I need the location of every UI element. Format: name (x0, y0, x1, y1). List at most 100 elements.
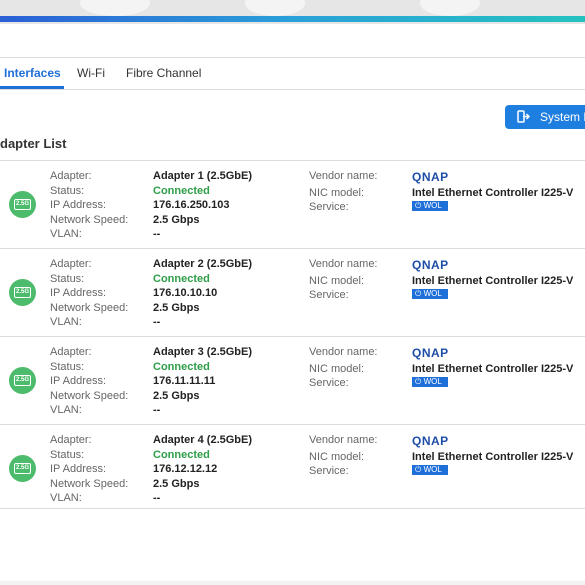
vendor-name: QNAP (412, 170, 449, 184)
adapter-speed: 2.5 Gbps (153, 213, 200, 226)
field-label-nic: NIC model: (309, 187, 365, 199)
footer-strip (0, 581, 585, 585)
wol-label: WOL (423, 201, 442, 210)
field-label-adapter: Adapter: (50, 346, 92, 358)
adapter-ip: 176.11.11.11 (153, 375, 216, 387)
tab-fibre-channel[interactable]: Fibre Channel (126, 66, 201, 80)
adapter-icon-label: 2.5G (14, 287, 31, 298)
vendor-logo: QNAP (412, 258, 449, 272)
field-label-speed: Network Speed: (50, 301, 129, 314)
field-label-service: Service: (309, 377, 349, 389)
field-label-adapter: Adapter: (50, 170, 92, 182)
field-label-vendor: Vendor name: (309, 346, 378, 358)
field-label-ip: IP Address: (50, 199, 107, 211)
adapter-vlan: -- (153, 228, 161, 240)
system-button[interactable]: System D (505, 105, 585, 129)
field-label-ip: IP Address: (50, 463, 107, 475)
accent-gradient-bar (0, 16, 585, 22)
divider (0, 57, 585, 58)
adapter-ip: 176.12.12.12 (153, 463, 218, 475)
adapter-card[interactable]: 2.5G Adapter: Adapter 1 (2.5GbE) Status: Con… (0, 163, 585, 247)
adapter-speed: 2.5 Gbps (153, 301, 200, 314)
power-icon: ⏻ (415, 289, 422, 298)
wol-badge[interactable]: ⏻ WOL (412, 465, 448, 475)
field-label-nic: NIC model: (309, 275, 365, 287)
field-label-adapter: Adapter: (50, 434, 92, 446)
tab-bar: Interfaces Wi-Fi Fibre Channel (0, 66, 585, 90)
field-label-adapter: Adapter: (50, 258, 92, 270)
field-label-speed: Network Speed: (50, 477, 129, 490)
adapter-vlan: -- (153, 316, 161, 328)
power-icon: ⏻ (415, 465, 422, 474)
adapter-name: Adapter 4 (2.5GbE) (153, 434, 253, 446)
field-label-service: Service: (309, 201, 349, 213)
system-button-label: System D (540, 110, 585, 124)
adapter-name: Adapter 1 (2.5GbE) (153, 170, 253, 182)
card-divider (0, 336, 585, 337)
field-label-vendor: Vendor name: (309, 258, 378, 270)
exit-icon (517, 110, 530, 123)
ethernet-port-icon: 2.5G (9, 367, 36, 394)
adapter-vlan: -- (153, 492, 161, 504)
adapter-icon-label: 2.5G (14, 199, 31, 210)
adapter-card[interactable]: 2.5G Adapter: Adapter 2 (2.5GbE) Status: Con… (0, 251, 585, 335)
vendor-logo: QNAP (412, 170, 449, 184)
adapter-name: Adapter 2 (2.5GbE) (153, 258, 253, 270)
power-icon: ⏻ (415, 377, 422, 386)
ethernet-port-icon: 2.5G (9, 455, 36, 482)
adapter-ip: 176.10.10.10 (153, 287, 218, 299)
adapter-icon-label: 2.5G (14, 375, 31, 386)
field-label-speed: Network Speed: (50, 389, 129, 402)
header-shape (245, 0, 305, 16)
field-label-speed: Network Speed: (50, 213, 129, 226)
adapter-vlan: -- (153, 404, 161, 416)
nic-model: Intel Ethernet Controller I225-V (412, 187, 574, 199)
adapter-name: Adapter 3 (2.5GbE) (153, 346, 253, 358)
field-label-vlan: VLAN: (50, 316, 82, 328)
header-shape (80, 0, 150, 16)
header-shape (420, 0, 480, 16)
adapter-speed: 2.5 Gbps (153, 477, 200, 490)
wol-label: WOL (423, 289, 442, 298)
wol-label: WOL (423, 377, 442, 386)
field-label-status: Status: (50, 272, 85, 285)
wol-badge[interactable]: ⏻ WOL (412, 201, 448, 211)
vendor-logo: QNAP (412, 434, 449, 448)
field-label-vendor: Vendor name: (309, 434, 378, 446)
wol-badge[interactable]: ⏻ WOL (412, 289, 448, 299)
power-icon: ⏻ (415, 201, 422, 210)
tab-wifi[interactable]: Wi-Fi (77, 66, 105, 80)
tab-interfaces[interactable]: Interfaces (4, 66, 61, 80)
adapter-card[interactable]: 2.5G Adapter: Adapter 4 (2.5GbE) Status: Con… (0, 427, 585, 511)
adapter-card[interactable]: 2.5G Adapter: Adapter 3 (2.5GbE) Status: Con… (0, 339, 585, 423)
ethernet-port-icon: 2.5G (9, 191, 36, 218)
field-label-nic: NIC model: (309, 451, 365, 463)
field-label-vlan: VLAN: (50, 228, 82, 240)
ethernet-port-icon: 2.5G (9, 279, 36, 306)
card-divider (0, 424, 585, 425)
section-title: dapter List (0, 136, 67, 151)
field-label-vlan: VLAN: (50, 492, 82, 504)
nic-model: Intel Ethernet Controller I225-V (412, 451, 574, 463)
field-label-nic: NIC model: (309, 363, 365, 375)
wol-badge[interactable]: ⏻ WOL (412, 377, 448, 387)
adapter-status: Connected (153, 272, 210, 285)
field-label-status: Status: (50, 184, 85, 197)
field-label-vendor: Vendor name: (309, 170, 378, 182)
field-label-service: Service: (309, 289, 349, 301)
card-divider (0, 160, 585, 161)
adapter-ip: 176.16.250.103 (153, 199, 230, 211)
card-divider (0, 248, 585, 249)
nic-model: Intel Ethernet Controller I225-V (412, 363, 574, 375)
adapter-speed: 2.5 Gbps (153, 389, 200, 402)
adapter-status: Connected (153, 360, 210, 373)
vendor-name: QNAP (412, 434, 449, 448)
tab-divider (0, 89, 585, 90)
field-label-ip: IP Address: (50, 375, 107, 387)
field-label-vlan: VLAN: (50, 404, 82, 416)
window-header-band (0, 0, 585, 24)
field-label-status: Status: (50, 360, 85, 373)
field-label-service: Service: (309, 465, 349, 477)
card-divider (0, 508, 585, 509)
adapter-status: Connected (153, 448, 210, 461)
